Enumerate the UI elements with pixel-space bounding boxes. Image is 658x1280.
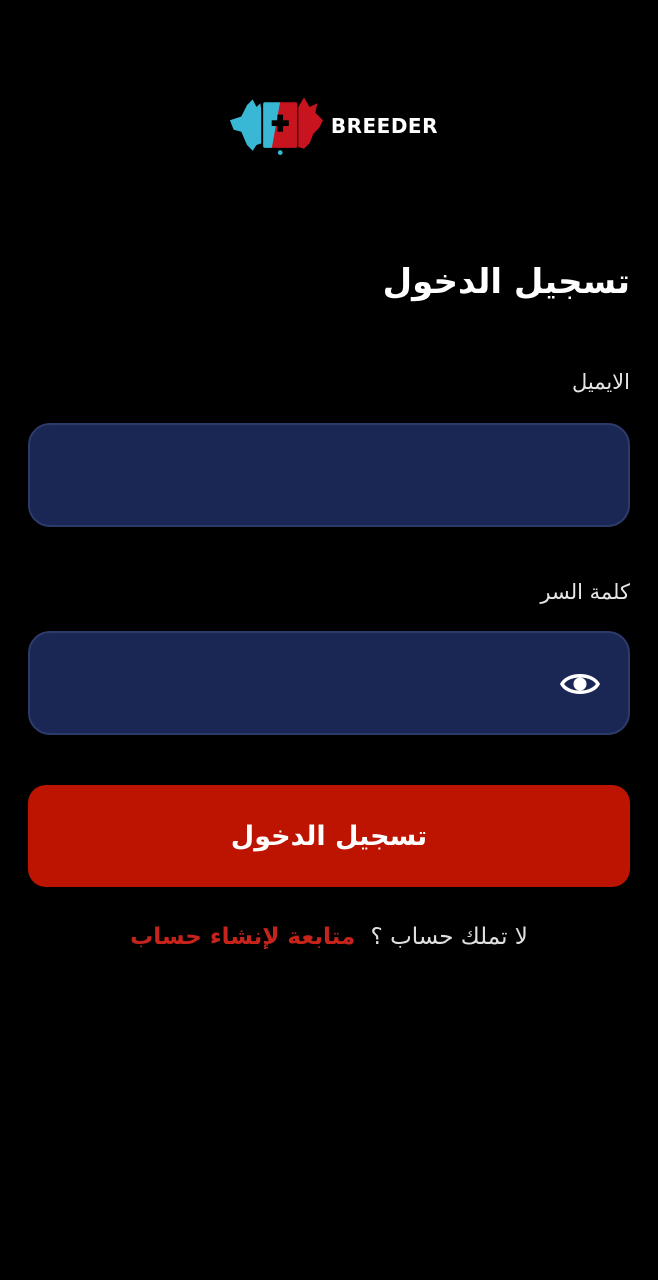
login-button[interactable]: تسجيل الدخول — [28, 785, 630, 887]
signup-link[interactable]: متابعة لإنشاء حساب — [130, 924, 355, 950]
brand-name: BREEDER — [330, 114, 438, 138]
pets-phone-logo-icon — [229, 97, 323, 155]
email-field[interactable] — [30, 425, 628, 525]
page-title: تسجيل الدخول — [382, 262, 630, 302]
brand-logo: BREEDER — [228, 94, 438, 158]
password-field[interactable] — [30, 633, 628, 733]
password-field-container — [28, 631, 630, 735]
eye-icon[interactable] — [560, 668, 600, 700]
no-account-text: لا تملك حساب ؟ — [370, 924, 528, 950]
email-label: الايميل — [571, 370, 630, 394]
signup-prompt: لا تملك حساب ؟ متابعة لإنشاء حساب — [0, 924, 658, 950]
email-field-container — [28, 423, 630, 527]
password-label: كلمة السر — [540, 580, 630, 604]
